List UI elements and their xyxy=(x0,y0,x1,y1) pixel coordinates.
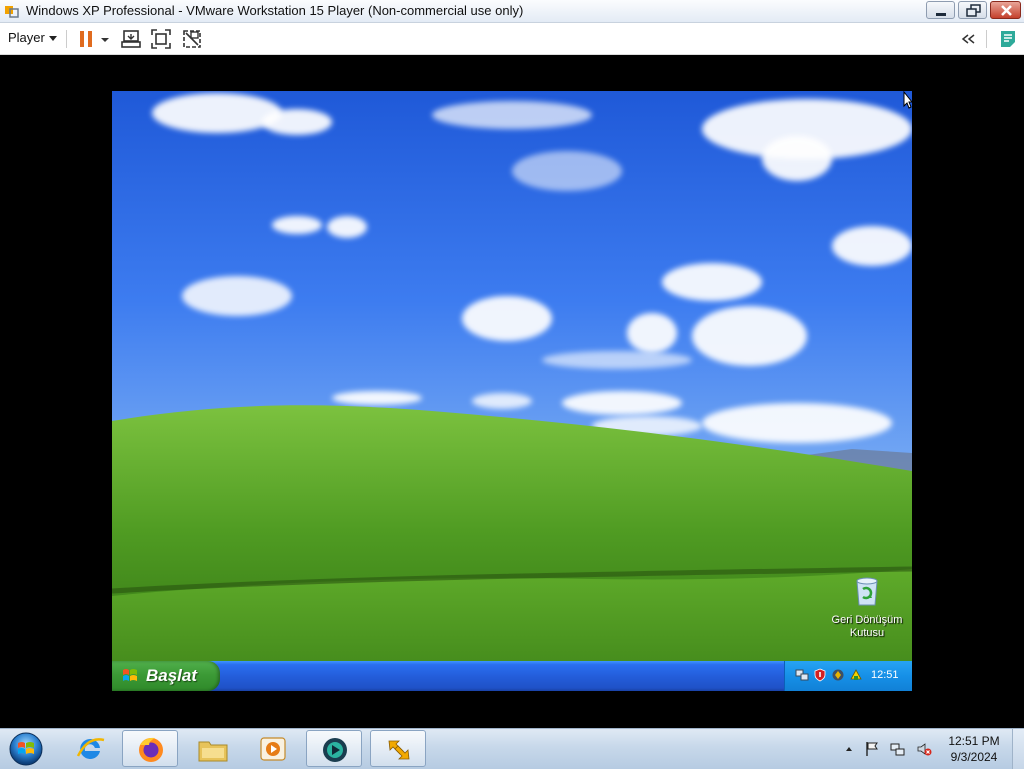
start-button-label: Başlat xyxy=(146,666,198,685)
toolbar-divider xyxy=(66,30,67,48)
window-title: Windows XP Professional - VMware Worksta… xyxy=(26,3,524,18)
action-center-flag-icon[interactable] xyxy=(864,741,880,757)
xp-clock[interactable]: 12:51 xyxy=(871,669,899,681)
antivirus-icon[interactable] xyxy=(831,668,845,682)
mouse-pointer-icon xyxy=(903,91,912,109)
network-icon[interactable] xyxy=(795,668,809,682)
windows-flag-icon xyxy=(123,669,137,681)
security-alert-icon[interactable] xyxy=(813,668,827,682)
taskbar-firefox[interactable] xyxy=(122,730,178,767)
taskbar-internet-explorer[interactable] xyxy=(62,730,118,767)
send-ctrl-alt-del-icon[interactable] xyxy=(120,28,142,50)
recycle-bin-label: Geri Dönüşüm Kutusu xyxy=(831,614,903,639)
taskbar-file-explorer[interactable] xyxy=(185,730,241,767)
volume-muted-icon[interactable] xyxy=(916,741,932,757)
xp-system-tray: 12:51 xyxy=(784,661,912,691)
app-arrows-icon xyxy=(388,740,410,760)
taskbar-media-player[interactable] xyxy=(245,730,301,767)
vmware-app-icon xyxy=(5,6,19,18)
vm-screen[interactable]: Geri Dönüşüm Kutusu Başlat 12:51 xyxy=(112,91,912,691)
fullscreen-icon[interactable] xyxy=(150,28,172,50)
taskbar-app-arrows[interactable] xyxy=(370,730,426,767)
firefox-icon xyxy=(139,737,163,762)
show-hidden-icons-icon[interactable] xyxy=(844,741,854,757)
internet-explorer-icon xyxy=(76,738,105,759)
dropdown-arrow-icon[interactable] xyxy=(98,28,112,50)
player-menu-label: Player xyxy=(8,30,45,45)
restore-icon xyxy=(966,4,981,17)
desktop-wallpaper-hill xyxy=(112,405,912,691)
recycle-bin-icon xyxy=(856,577,878,606)
minimize-icon xyxy=(936,13,946,16)
close-icon xyxy=(1001,5,1012,16)
file-explorer-icon xyxy=(198,741,228,762)
host-clock-date: 9/3/2024 xyxy=(950,750,998,764)
host-clock[interactable]: 12:51 PM 9/3/2024 xyxy=(946,733,1002,765)
host-clock-time: 12:51 PM xyxy=(948,734,1000,748)
host-system-tray: 12:51 PM 9/3/2024 xyxy=(840,729,1024,769)
unity-icon[interactable] xyxy=(181,28,203,50)
chevron-down-icon xyxy=(48,36,57,42)
desktop-icon-recycle-bin[interactable]: Geri Dönüşüm Kutusu xyxy=(827,575,907,640)
toolbar-divider xyxy=(986,30,987,48)
player-toolbar: Player xyxy=(0,23,1024,55)
network-icon[interactable] xyxy=(890,741,906,757)
collapse-chevrons-icon[interactable] xyxy=(958,28,980,50)
xp-taskbar[interactable]: Başlat 12:51 xyxy=(112,661,912,691)
update-icon[interactable] xyxy=(849,668,863,682)
window-title-bar[interactable]: Windows XP Professional - VMware Worksta… xyxy=(0,0,1024,23)
notes-icon[interactable] xyxy=(997,28,1019,50)
host-taskbar: 12:51 PM 9/3/2024 xyxy=(0,728,1024,769)
close-button[interactable] xyxy=(990,1,1021,19)
pause-icon[interactable] xyxy=(75,28,97,50)
restore-button[interactable] xyxy=(958,1,987,19)
media-player-icon xyxy=(260,737,286,761)
vmware-player-icon xyxy=(323,738,347,762)
start-button[interactable]: Başlat xyxy=(112,661,220,691)
taskbar-vmware-player[interactable] xyxy=(306,730,362,767)
player-menu-button[interactable]: Player xyxy=(8,30,57,45)
show-desktop-button[interactable] xyxy=(1012,729,1024,769)
minimize-button[interactable] xyxy=(926,1,955,19)
windows-start-orb-icon[interactable] xyxy=(6,731,46,767)
